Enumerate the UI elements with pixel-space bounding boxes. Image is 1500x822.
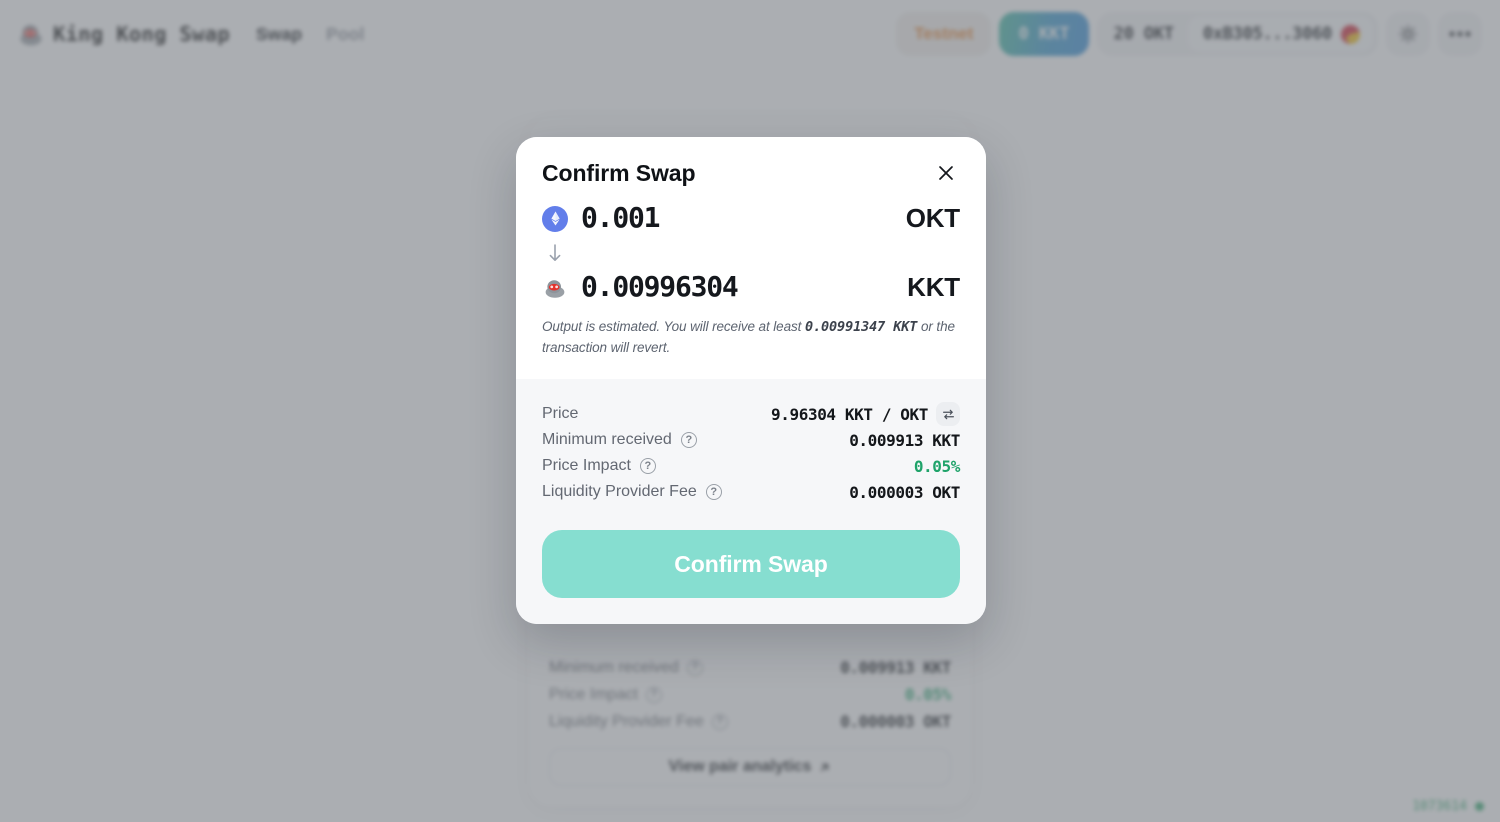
detail-label-text: Price [542,405,579,423]
detail-value: 0.009913 KKT [849,430,960,450]
help-icon[interactable]: ? [639,458,656,475]
swap-to-row: 0.00996304 KKT [542,270,960,304]
close-modal-button[interactable] [932,159,960,187]
swap-from-symbol: OKT [905,203,960,233]
detail-label-text: Price Impact [542,457,631,475]
help-icon[interactable]: ? [705,484,722,501]
swap-from-row: 0.001 OKT [542,201,960,235]
estimate-minimum-amount: 0.00991347 KKT [804,319,918,335]
detail-value: 0.000003 OKT [849,482,960,502]
confirm-swap-modal: Confirm Swap 0.001 OKT 0.00996304 KKT Ou… [516,137,986,625]
confirm-swap-button[interactable]: Confirm Swap [542,530,960,599]
detail-label-text: Minimum received [542,431,672,449]
close-icon [935,162,957,184]
detail-row-price-impact: Price Impact ? 0.05% [542,453,960,479]
detail-label: Price Impact ? [542,457,656,475]
swap-direction-icon[interactable] [936,402,960,427]
detail-label: Price [542,405,578,423]
modal-details-section: Price 9.96304 KKT / OKT Minimum received… [516,379,986,625]
modal-header: Confirm Swap [542,159,960,187]
help-icon[interactable]: ? [680,432,697,449]
swap-to-symbol: KKT [907,272,960,302]
arrow-down-icon [547,243,565,266]
ethereum-token-icon [542,205,568,232]
detail-label: Liquidity Provider Fee ? [542,483,722,501]
detail-label-text: Liquidity Provider Fee [542,483,697,501]
swap-to-amount: 0.00996304 [581,270,739,304]
kingkong-token-icon [542,274,568,301]
estimate-disclaimer: Output is estimated. You will receive at… [542,317,960,357]
modal-title: Confirm Swap [542,159,696,186]
modal-upper-section: Confirm Swap 0.001 OKT 0.00996304 KKT Ou… [516,137,986,380]
detail-row-minimum-received: Minimum received ? 0.009913 KKT [542,427,960,453]
detail-value-wrap: 9.96304 KKT / OKT [771,402,960,427]
swap-from-amount: 0.001 [581,201,661,235]
detail-row-price: Price 9.96304 KKT / OKT [542,401,960,427]
detail-value: 0.05% [913,456,961,476]
detail-value: 9.96304 KKT / OKT [771,404,928,424]
detail-row-lp-fee: Liquidity Provider Fee ? 0.000003 OKT [542,479,960,505]
detail-label: Minimum received ? [542,431,697,449]
estimate-prefix: Output is estimated. You will receive at… [542,319,805,334]
